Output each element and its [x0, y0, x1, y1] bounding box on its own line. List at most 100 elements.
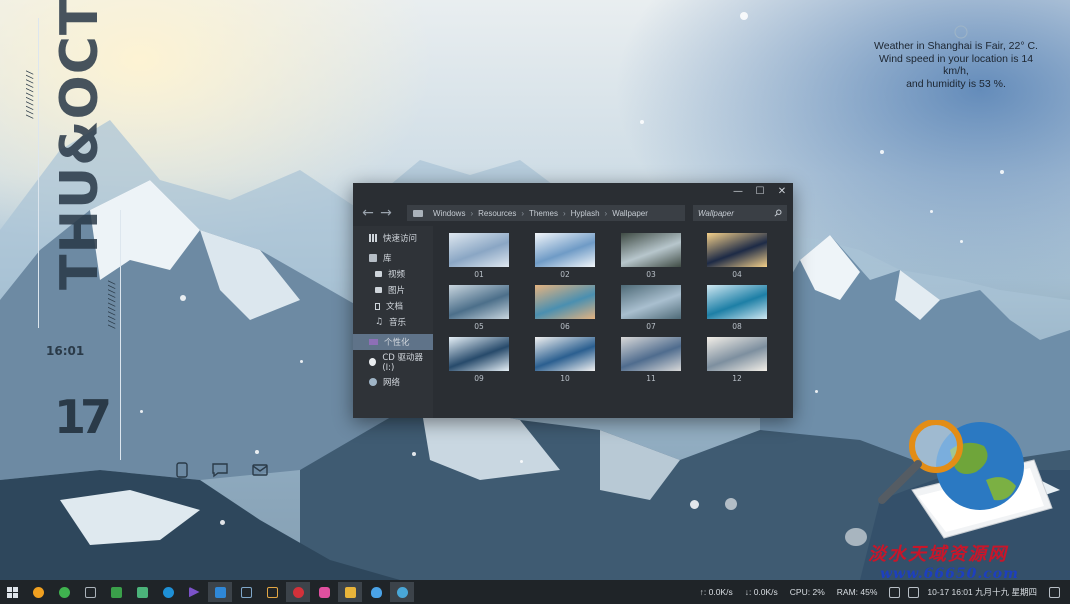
wechat-icon	[58, 586, 70, 598]
notification-icon[interactable]	[1049, 586, 1060, 598]
file-thumbnail[interactable]: 05	[449, 285, 535, 337]
file-thumbnail[interactable]: 04	[707, 233, 793, 285]
file-thumbnail[interactable]: 10	[535, 337, 621, 389]
taskbar-app-photos[interactable]	[390, 582, 414, 602]
forward-arrow-icon[interactable]: →	[377, 205, 395, 221]
taskbar-app-copy[interactable]	[260, 582, 284, 602]
terminal-icon	[240, 586, 252, 598]
nav-cd-drive[interactable]: CD 驱动器 (I:)	[353, 353, 433, 373]
nav-music[interactable]: ♫ 音乐	[353, 314, 433, 330]
wallpaper-preview-image	[449, 233, 509, 267]
photos-icon	[396, 586, 408, 598]
file-thumbnail[interactable]: 08	[707, 285, 793, 337]
wallpaper-preview-image	[535, 233, 595, 267]
file-thumbnail[interactable]: 06	[535, 285, 621, 337]
maximize-button[interactable]: ☐	[749, 183, 771, 200]
title-bar[interactable]: — ☐ ✕	[353, 183, 793, 200]
wallpaper-preview-image	[621, 233, 681, 267]
nav-personalize[interactable]: 个性化	[353, 334, 433, 350]
file-thumbnail[interactable]: 02	[535, 233, 621, 285]
file-thumbnail[interactable]: 03	[621, 233, 707, 285]
play-icon	[188, 586, 200, 598]
file-grid: 01 02 03 04 05 06 07 08 09 10 11 12	[433, 226, 793, 418]
search-icon[interactable]	[774, 209, 782, 217]
taskbar-app-terminal[interactable]	[234, 582, 258, 602]
mail-icon[interactable]	[251, 462, 269, 478]
breadcrumb-item[interactable]: Wallpaper	[612, 209, 648, 218]
minimize-button[interactable]: —	[727, 183, 749, 200]
nav-quick-access[interactable]: 快速访问	[353, 230, 433, 246]
taskbar-app-3[interactable]	[78, 582, 102, 602]
cd-drive-icon	[369, 358, 377, 366]
file-thumbnail[interactable]: 07	[621, 285, 707, 337]
app-icon	[110, 586, 122, 598]
file-thumbnail[interactable]: 09	[449, 337, 535, 389]
taskbar-app-netease[interactable]	[286, 582, 310, 602]
taskbar-app-4[interactable]	[104, 582, 128, 602]
nav-pictures[interactable]: 图片	[353, 282, 433, 298]
breadcrumb-item[interactable]: Resources	[478, 209, 516, 218]
file-label: 08	[732, 322, 742, 331]
taskbar-app-qq[interactable]	[364, 582, 388, 602]
close-button[interactable]: ✕	[771, 183, 793, 200]
qq-icon	[370, 586, 382, 598]
file-thumbnail[interactable]: 11	[621, 337, 707, 389]
nav-documents[interactable]: 文档	[353, 298, 433, 314]
file-label: 03	[646, 270, 656, 279]
file-label: 05	[474, 322, 484, 331]
tray-arrow-icon[interactable]	[889, 586, 901, 598]
document-icon	[375, 302, 380, 310]
weather-line: Wind speed in your location is 14 km/h,	[878, 52, 1034, 78]
wallpaper-preview-image	[621, 285, 681, 319]
taskbar-app-media[interactable]	[182, 582, 206, 602]
windows-stack-icon	[266, 586, 278, 598]
widget-day-number: 17	[54, 390, 112, 444]
app-icon	[32, 586, 44, 598]
search-text: Wallpaper	[698, 208, 734, 218]
network-status-icon[interactable]	[908, 586, 920, 598]
taskbar-app-explorer[interactable]	[338, 582, 362, 602]
file-label: 01	[474, 270, 484, 279]
weather-line: and humidity is 53 %.	[906, 77, 1006, 90]
phone-icon[interactable]	[173, 462, 191, 478]
file-label: 10	[560, 374, 570, 383]
windows-logo-icon	[6, 586, 18, 598]
music-note-icon: ♫	[375, 317, 384, 327]
wallpaper-preview-image	[707, 233, 767, 267]
taskbar-app-store[interactable]	[208, 582, 232, 602]
nav-library[interactable]: 库	[353, 250, 433, 266]
start-button[interactable]	[0, 582, 24, 602]
nav-videos[interactable]: 视频	[353, 266, 433, 282]
network-globe-icon	[369, 378, 377, 386]
wallpaper-preview-image	[707, 337, 767, 371]
address-bar[interactable]: Windows › Resources › Themes › Hyplash ›…	[407, 205, 685, 221]
wallpaper-preview-image	[621, 337, 681, 371]
breadcrumb-separator: ›	[470, 208, 474, 218]
back-arrow-icon[interactable]: ←	[359, 205, 377, 221]
taskbar-app-5[interactable]	[130, 582, 154, 602]
wallpaper-preview-image	[535, 285, 595, 319]
file-thumbnail[interactable]: 12	[707, 337, 793, 389]
datetime[interactable]: 10-17 16:01 九月十九 星期四	[927, 586, 1037, 598]
store-icon	[214, 586, 226, 598]
weather-widget: Weather in Shanghai is Fair, 22° C. Wind…	[866, 40, 1046, 90]
cpu-usage: CPU: 2%	[789, 587, 825, 597]
file-explorer-window[interactable]: — ☐ ✕ ← → Windows › Resources › Themes ›…	[353, 183, 793, 418]
taskbar-app-edge[interactable]	[156, 582, 180, 602]
taskbar-app-wechat[interactable]	[52, 582, 76, 602]
breadcrumb-item[interactable]: Themes	[529, 209, 558, 218]
breadcrumb-item[interactable]: Windows	[433, 209, 465, 218]
taskbar-app-game[interactable]	[312, 582, 336, 602]
chat-bubble-icon[interactable]	[211, 462, 229, 478]
download-speed: ↓: 0.0K/s	[744, 587, 778, 597]
breadcrumb-separator: ›	[562, 208, 566, 218]
breadcrumb-item[interactable]: Hyplash	[571, 209, 600, 218]
file-thumbnail[interactable]: 01	[449, 233, 535, 285]
taskbar-app-1[interactable]	[26, 582, 50, 602]
tick-marks: ///////////	[25, 70, 36, 120]
folder-icon	[344, 586, 356, 598]
navigation-pane: 快速访问 库 视频 图片 文档 ♫ 音乐 个性化 CD 驱动器 (I:) 网络	[353, 226, 433, 418]
nav-network[interactable]: 网络	[353, 374, 433, 390]
search-box[interactable]: Wallpaper	[693, 205, 787, 221]
navigation-bar: ← → Windows › Resources › Themes › Hypla…	[353, 200, 793, 226]
